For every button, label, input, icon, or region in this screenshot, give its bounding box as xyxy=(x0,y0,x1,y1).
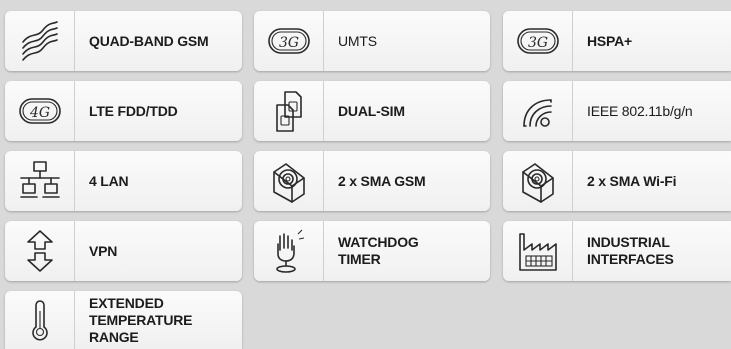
feature-label: DUAL-SIM xyxy=(338,102,405,119)
3g-icon: 3G xyxy=(254,11,324,71)
feature-label: 4 LAN xyxy=(89,172,129,189)
vpn-arrows-icon xyxy=(5,221,75,281)
icon-text: 3G xyxy=(278,35,298,51)
thermometer-icon xyxy=(5,291,75,349)
feature-tile-lan: 4 LAN xyxy=(5,151,242,211)
feature-tile-industrial: INDUSTRIAL INTERFACES xyxy=(503,221,731,281)
feature-tile-dual-sim: DUAL-SIM xyxy=(254,81,490,141)
lan-network-icon xyxy=(5,151,75,211)
feature-label: WATCHDOG TIMER xyxy=(338,234,419,267)
feature-tile-umts: 3G UMTS xyxy=(254,11,490,71)
feature-tile-quad-band-gsm: QUAD-BAND GSM xyxy=(5,11,242,71)
feature-label: HSPA+ xyxy=(587,32,633,49)
3g-icon: 3G xyxy=(503,11,573,71)
feature-label: QUAD-BAND GSM xyxy=(89,32,209,49)
feature-label: UMTS xyxy=(338,32,377,49)
feature-tile-temperature: EXTENDED TEMPERATURE RANGE xyxy=(5,291,242,349)
feature-label: EXTENDED TEMPERATURE RANGE xyxy=(89,294,193,345)
feature-label: LTE FDD/TDD xyxy=(89,102,178,119)
feature-label: 2 x SMA Wi-Fi xyxy=(587,172,677,189)
feature-tile-wifi: IEEE 802.11b/g/n xyxy=(503,81,731,141)
wifi-icon xyxy=(503,81,573,141)
feature-label: IEEE 802.11b/g/n xyxy=(587,102,693,119)
sma-connector-icon xyxy=(503,151,573,211)
feature-label: VPN xyxy=(89,242,118,259)
watchdog-hand-icon xyxy=(254,221,324,281)
feature-tile-sma-gsm: 2 x SMA GSM xyxy=(254,151,490,211)
factory-icon xyxy=(503,221,573,281)
feature-tile-watchdog: WATCHDOG TIMER xyxy=(254,221,490,281)
feature-tile-sma-wifi: 2 x SMA Wi-Fi xyxy=(503,151,731,211)
sma-connector-icon xyxy=(254,151,324,211)
4g-icon: 4G xyxy=(5,81,75,141)
feature-label: 2 x SMA GSM xyxy=(338,172,426,189)
feature-label: INDUSTRIAL INTERFACES xyxy=(587,234,674,267)
icon-text: 3G xyxy=(527,35,547,51)
icon-text: 4G xyxy=(28,105,49,121)
feature-tile-vpn: VPN xyxy=(5,221,242,281)
feature-tile-lte: 4G LTE FDD/TDD xyxy=(5,81,242,141)
feature-tile-hspa: 3G HSPA+ xyxy=(503,11,731,71)
waves-icon xyxy=(5,11,75,71)
dual-sim-icon xyxy=(254,81,324,141)
